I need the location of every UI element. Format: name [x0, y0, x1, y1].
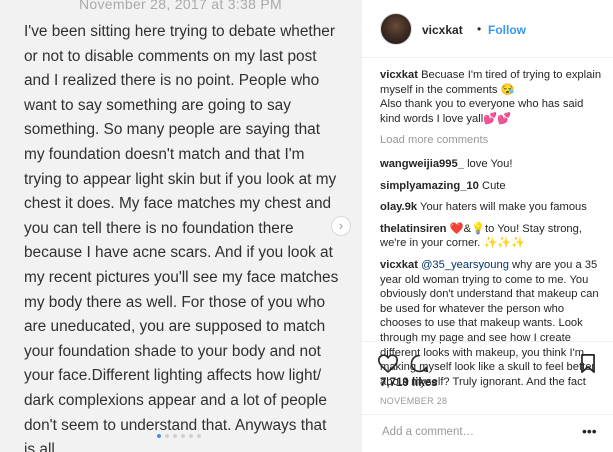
comment-username[interactable]: vicxkat [380, 259, 418, 271]
comment-username[interactable]: simplyamazing_10 [380, 180, 479, 192]
avatar[interactable] [380, 13, 412, 45]
caption-username[interactable]: vicxkat [380, 69, 418, 81]
comment-item: olay.9k Your haters will make you famous [380, 200, 602, 215]
add-comment-row: ••• [362, 414, 613, 452]
comment-item: thelatinsiren ❤️&💡to You! Stay strong, w… [380, 222, 602, 251]
note-body: I've been sitting here trying to debate … [24, 23, 339, 452]
comment-icon[interactable] [410, 354, 429, 373]
carousel-dot [173, 434, 177, 438]
comment-username[interactable]: thelatinsiren [380, 223, 447, 235]
carousel-dot [165, 434, 169, 438]
comment-text: Your haters will make you famous [420, 201, 587, 214]
next-arrow-icon[interactable]: › [331, 216, 351, 236]
more-options-icon[interactable]: ••• [582, 423, 597, 439]
header-username[interactable]: vicxkat [422, 23, 463, 37]
carousel-dot [189, 434, 193, 438]
carousel-dot [181, 434, 185, 438]
comment-mention[interactable]: @35_yearsyoung [421, 259, 509, 271]
carousel-dot [197, 434, 201, 438]
load-more-comments[interactable]: Load more comments [380, 133, 602, 148]
post-sidebar: vicxkat • Follow vicxkat Becuase I'm tir… [361, 0, 613, 452]
post-image: November 28, 2017 at 3:38 PM I've been s… [0, 0, 361, 452]
comment-username[interactable]: olay.9k [380, 201, 417, 213]
comment-username[interactable]: wangweijia995_ [380, 158, 464, 170]
separator-dot: • [477, 22, 482, 36]
likes-count[interactable]: 7,719 likes [380, 377, 438, 389]
post-date: NOVEMBER 28 [380, 396, 448, 406]
carousel-dot [157, 434, 161, 438]
note-date: November 28, 2017 at 3:38 PM [79, 0, 282, 12]
add-comment-input[interactable] [380, 425, 574, 439]
follow-button[interactable]: Follow [488, 23, 526, 37]
action-bar [362, 341, 613, 382]
bookmark-icon[interactable] [580, 354, 596, 373]
comment-item: wangweijia995_ love You! [380, 157, 602, 172]
comment-text: love You! [467, 157, 513, 170]
comment-text: Cute [481, 179, 506, 192]
heart-icon[interactable] [378, 354, 398, 373]
caption: vicxkat Becuase I'm tired of trying to e… [380, 68, 602, 126]
post-header: vicxkat • Follow [362, 0, 613, 58]
carousel-dots [157, 434, 201, 438]
comment-item: simplyamazing_10 Cute [380, 179, 602, 194]
